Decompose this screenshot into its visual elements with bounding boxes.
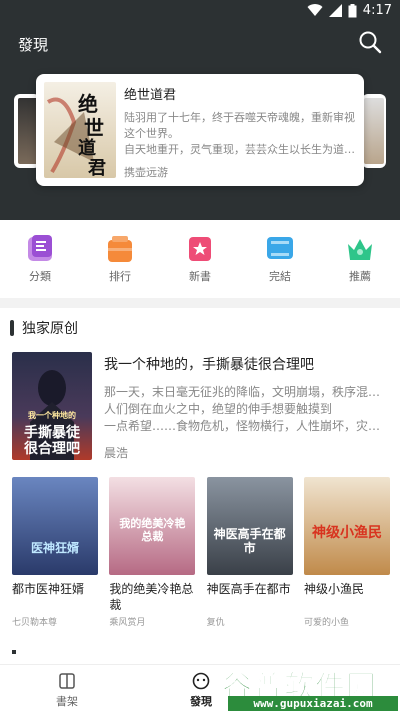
ranking-icon	[104, 234, 136, 264]
category-item-classify[interactable]: 分類	[0, 228, 80, 290]
book-description-line: 那一天，末日毫无征兆的降临，文明崩塌，秩序混乱，	[104, 385, 388, 399]
book-card[interactable]: 神医高手在都市 神医高手在都市 复仇	[206, 477, 293, 628]
book-cover: 我的绝美冷艳总裁	[109, 477, 196, 575]
book-description-line: 自天地重开，灵气重现，芸芸众生以长生为道…	[124, 143, 355, 156]
status-icons: 4:17	[307, 3, 392, 18]
search-button[interactable]	[358, 30, 384, 56]
section-marker	[10, 320, 14, 336]
section-divider	[0, 298, 400, 308]
book-title: 我一个种地的，手撕暴徒很合理吧	[104, 357, 314, 373]
status-bar: 4:17	[0, 0, 400, 24]
book-title: 绝世道君	[124, 88, 177, 103]
cover-text: 君	[88, 158, 106, 178]
cover-text: 神医高手在都市	[213, 527, 286, 555]
book-cover	[18, 98, 38, 164]
book-cover: 绝 世 道 君	[44, 82, 116, 178]
battery-icon	[348, 3, 357, 17]
cover-text: 我一个种地的	[28, 410, 76, 420]
carousel-card-current[interactable]: 绝 世 道 君 绝世道君 陆羽用了十七年，终于吞噬天帝魂魄，重新审视这个世界。 …	[36, 74, 364, 186]
book-description-line: 陆羽用了十七年，终于吞噬天帝魂魄，重新审视这个世界。	[124, 111, 355, 140]
book-description-line: 人们倒在血火之中，绝望的伸手想要触摸到	[104, 402, 333, 416]
section-title: 独家原创	[22, 321, 78, 337]
cover-text: 医神狂婿	[30, 541, 79, 555]
category-label: 推薦	[349, 270, 371, 283]
tab-label: 書架	[56, 695, 78, 708]
header: 4:17 發現 绝 世 道 君 绝世道君 陆羽用了十七年，终于吞噬天帝魂魄，重新…	[0, 0, 400, 220]
cover-text: 我的绝美冷艳总裁	[119, 517, 186, 543]
section-header: 独家原创	[10, 318, 78, 338]
featured-book[interactable]: 我一个种地的 手撕暴徒 很合理吧 我一个种地的，手撕暴徒很合理吧 那一天，末日毫…	[12, 352, 390, 462]
wifi-icon	[307, 4, 323, 17]
book-author: 晨浩	[104, 446, 129, 460]
book-description-line: 一点希望……食物危机，怪物横行，人性崩坏，灾…	[104, 419, 381, 433]
watermark-url: www.gupuxiazai.com	[228, 696, 398, 711]
crown-icon	[344, 234, 376, 264]
status-time: 4:17	[362, 3, 392, 18]
watermark: 谷普软件园 www.gupuxiazai.com	[222, 662, 400, 712]
category-label: 新書	[189, 270, 211, 283]
book-cover: 我一个种地的 手撕暴徒 很合理吧	[12, 352, 92, 460]
category-nav: 分類 排行 新書 完結 推薦	[0, 228, 400, 290]
book-card[interactable]: 医神狂婿 都市医神狂婿 七贝勒本尊	[12, 477, 98, 628]
category-label: 分類	[29, 270, 51, 283]
category-label: 排行	[109, 270, 131, 283]
book-card[interactable]: 神级小渔民 神级小渔民 可爱的小鱼	[303, 477, 390, 628]
category-item-finished[interactable]: 完結	[240, 228, 320, 290]
book-title: 我的绝美冷艳总裁	[109, 582, 194, 612]
page-title: 發現	[18, 36, 49, 54]
category-icon	[24, 234, 56, 264]
cover-text: 神级小渔民	[311, 525, 382, 541]
book-author: 可爱的小鱼	[303, 618, 349, 628]
category-item-recommend[interactable]: 推薦	[320, 228, 400, 290]
finished-icon	[264, 234, 296, 264]
discover-icon	[191, 671, 211, 691]
cover-text: 很合理吧	[24, 441, 80, 457]
category-item-ranking[interactable]: 排行	[80, 228, 160, 290]
carousel-card-next[interactable]	[362, 94, 386, 168]
book-grid: 医神狂婿 都市医神狂婿 七贝勒本尊 我的绝美冷艳总裁 我的绝美冷艳总裁 乘风赏月…	[12, 477, 390, 628]
book-author: 乘风赏月	[109, 618, 146, 628]
book-cover	[364, 98, 384, 164]
book-title: 神级小渔民	[303, 582, 364, 596]
next-section-marker	[12, 650, 16, 654]
category-item-new-books[interactable]: 新書	[160, 228, 240, 290]
tab-bookshelf[interactable]: 書架	[0, 665, 134, 712]
book-author: 复仇	[206, 618, 225, 628]
book-description: 陆羽用了十七年，终于吞噬天帝魂魄，重新审视这个世界。 自天地重开，灵气重现，芸芸…	[124, 110, 356, 158]
search-icon	[359, 31, 382, 54]
bookshelf-icon	[57, 671, 77, 691]
new-book-icon	[184, 234, 216, 264]
book-cover: 神级小渔民	[303, 477, 390, 575]
book-description: 那一天，末日毫无征兆的降临，文明崩塌，秩序混乱， 人们倒在血火之中，绝望的伸手想…	[104, 384, 388, 435]
book-author: 携壶远游	[124, 166, 168, 179]
book-title: 神医高手在都市	[206, 582, 291, 596]
book-cover: 神医高手在都市	[206, 477, 293, 575]
book-cover: 医神狂婿	[12, 477, 98, 575]
book-author: 七贝勒本尊	[12, 618, 58, 628]
book-card[interactable]: 我的绝美冷艳总裁 我的绝美冷艳总裁 乘风赏月	[109, 477, 196, 628]
category-label: 完結	[269, 270, 291, 283]
book-title: 都市医神狂婿	[12, 582, 85, 596]
signal-icon	[328, 4, 342, 17]
